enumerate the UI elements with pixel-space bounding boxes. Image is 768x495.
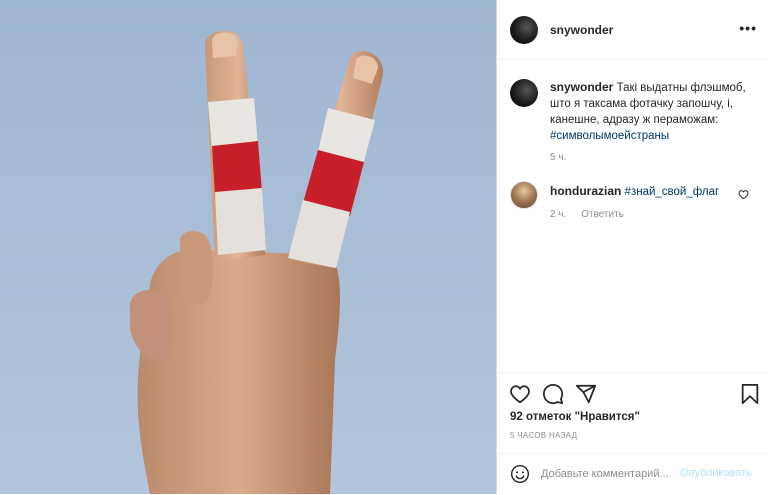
comment-username[interactable]: hondurazian [550, 184, 621, 198]
post-actions: 92 отметок "Нравится" 5 ЧАСОВ НАЗАД Опуб… [497, 372, 768, 494]
hand-victory-sign-image [129, 30, 384, 494]
likes-count[interactable]: 92 отметок "Нравится" [510, 411, 640, 423]
caption-username[interactable]: snywonder [550, 80, 613, 94]
heart-icon[interactable] [509, 383, 531, 410]
post-caption: snywonder Такі выдатны флэшмоб, што я та… [550, 79, 756, 144]
comment-item: hondurazian #знай_свой_флаг [550, 183, 730, 200]
reply-button[interactable]: Ответить [581, 209, 624, 220]
commenter-avatar[interactable] [510, 181, 538, 209]
caption-avatar[interactable] [510, 79, 538, 107]
more-horizontal-icon[interactable]: ••• [739, 20, 757, 36]
tape-white-bottom [215, 188, 266, 255]
post-sidebar: snywonder ••• snywonder Такі выдатны флэ… [496, 0, 768, 494]
bookmark-icon[interactable] [740, 383, 760, 410]
comment-input[interactable] [541, 465, 679, 483]
comment-icon[interactable] [542, 383, 564, 410]
comment-timestamp: 2 ч. [550, 209, 567, 220]
author-avatar[interactable] [510, 16, 538, 44]
emoji-icon[interactable] [510, 464, 530, 489]
caption-hashtag[interactable]: #символымоейстраны [550, 130, 669, 142]
comment-like-icon[interactable] [738, 187, 749, 205]
author-username[interactable]: snywonder [550, 23, 613, 37]
post-photo [0, 0, 496, 494]
add-comment-bar: Опубликовать [497, 453, 768, 495]
comment-hashtag[interactable]: #знай_свой_флаг [625, 186, 720, 198]
share-icon[interactable] [575, 383, 597, 410]
post-header: snywonder ••• [497, 0, 768, 60]
caption-timestamp: 5 ч. [550, 152, 567, 163]
post-timestamp: 5 ЧАСОВ НАЗАД [510, 431, 578, 440]
comment-meta: 2 ч. Ответить [550, 209, 636, 220]
tape-red [212, 141, 262, 196]
publish-button[interactable]: Опубликовать [680, 467, 752, 479]
